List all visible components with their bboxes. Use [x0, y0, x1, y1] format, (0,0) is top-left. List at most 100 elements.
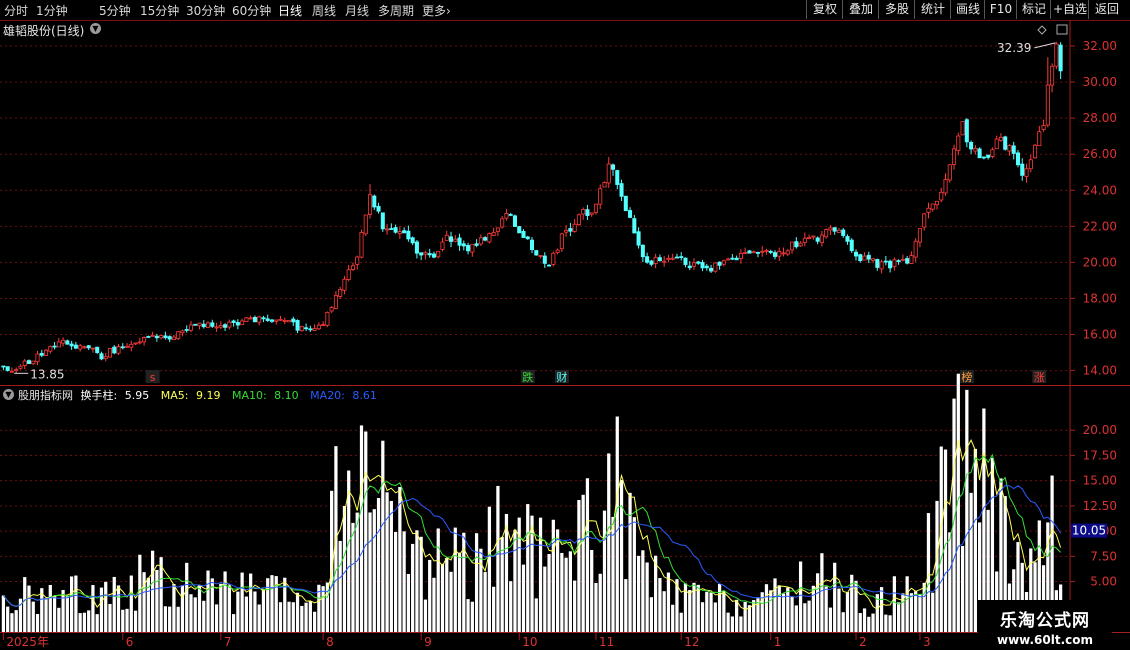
- turnover-bar: [300, 605, 304, 632]
- candle-body: [576, 214, 581, 226]
- candle-body: [218, 325, 223, 328]
- restore-rights-button[interactable]: 复权: [806, 0, 843, 19]
- turnover-bar: [773, 578, 777, 632]
- candle-body: [1058, 44, 1063, 72]
- candle-body: [397, 231, 402, 234]
- chevron-down-icon[interactable]: ▼: [90, 23, 101, 34]
- candle-body: [751, 251, 756, 254]
- candle-body: [717, 261, 722, 266]
- candle-body: [764, 249, 769, 252]
- candle-body: [9, 370, 14, 373]
- turnover-bar: [125, 608, 129, 632]
- candle-body: [44, 349, 49, 356]
- period-weekly[interactable]: 周线: [312, 2, 336, 19]
- turnover-bar: [654, 555, 658, 632]
- candle-body: [687, 265, 692, 269]
- turnover-bar: [168, 606, 172, 632]
- turnover-bar: [526, 504, 530, 632]
- candle-body: [120, 346, 125, 349]
- turnover-bar: [969, 492, 973, 632]
- date-tick-label: 1: [774, 635, 782, 649]
- f10-button[interactable]: F10: [984, 0, 1017, 19]
- candle-body: [640, 244, 645, 258]
- candle-body: [994, 138, 999, 150]
- candle-body: [214, 326, 219, 329]
- candle-body: [265, 318, 270, 321]
- max-arrow: [1034, 42, 1056, 49]
- price-tick-label: 28.00: [1083, 111, 1117, 125]
- candle-body: [517, 226, 522, 234]
- statistics-button[interactable]: 统计: [914, 0, 951, 19]
- turnover-bar: [926, 513, 931, 632]
- turnover-bar: [240, 572, 244, 632]
- candle-body: [615, 170, 620, 185]
- turnover-bar: [35, 614, 40, 632]
- candle-body: [760, 250, 765, 253]
- period-multi[interactable]: 多周期: [378, 2, 414, 19]
- turnover-bar: [202, 600, 206, 632]
- turnover-bar: [892, 576, 896, 632]
- period-15min[interactable]: 15分钟: [140, 2, 179, 19]
- turnover-bar: [688, 589, 692, 632]
- turnover-bar: [590, 549, 594, 632]
- overlay-button[interactable]: 叠加: [842, 0, 879, 19]
- candle-body: [52, 345, 57, 348]
- period-daily[interactable]: 日线: [278, 2, 302, 19]
- period-5min[interactable]: 5分钟: [99, 2, 131, 19]
- ma20-value: 8.61: [352, 389, 377, 402]
- turnover-bar: [176, 606, 180, 632]
- candle-body: [559, 233, 564, 250]
- turnover-bar: [1, 595, 6, 632]
- candle-body: [295, 320, 300, 331]
- turnover-bar: [739, 616, 743, 632]
- turnover-bar: [223, 571, 227, 632]
- diamond-icon: [1037, 25, 1047, 35]
- chevron-down-icon[interactable]: ▼: [3, 389, 14, 400]
- candle-body: [495, 227, 500, 232]
- turnover-bar: [355, 512, 359, 632]
- multi-stock-button[interactable]: 多股: [878, 0, 915, 19]
- period-monthly[interactable]: 月线: [345, 2, 369, 19]
- period-60min[interactable]: 60分钟: [232, 2, 271, 19]
- turnover-bar: [423, 599, 428, 632]
- back-button[interactable]: 返回: [1088, 0, 1125, 19]
- candle-body: [235, 322, 240, 326]
- ma5-legend: MA5: 9.19: [161, 389, 225, 402]
- turnover-bar: [116, 585, 121, 632]
- price-tick-label: 30.00: [1083, 75, 1117, 89]
- period-more[interactable]: 更多›: [422, 2, 451, 19]
- candle-body: [990, 149, 995, 157]
- turnover-bar: [918, 594, 922, 632]
- turnover-bar: [321, 586, 325, 632]
- candle-body: [363, 214, 368, 235]
- candle-body: [606, 163, 611, 184]
- period-30min[interactable]: 30分钟: [186, 2, 225, 19]
- candle-body: [103, 356, 108, 360]
- turnover-bar: [52, 596, 57, 632]
- candle-body: [670, 257, 675, 260]
- period-intraday[interactable]: 分时: [4, 2, 28, 19]
- site-watermark: 乐淘公式网 www.60lt.com: [978, 600, 1112, 650]
- turnover-bar: [214, 604, 219, 632]
- add-favorite-button[interactable]: +自选: [1050, 0, 1089, 19]
- draw-line-button[interactable]: 画线: [950, 0, 985, 19]
- mark-button[interactable]: 标记: [1016, 0, 1051, 19]
- candle-body: [879, 261, 884, 270]
- candle-body: [730, 257, 735, 260]
- turnover-bar: [415, 530, 419, 632]
- candle-body: [35, 353, 40, 363]
- turnover-bar: [372, 509, 376, 632]
- kline-chart[interactable]: 32.00 30.00 28.00 26.00 24.00 22.00 20.00 18.00…: [0, 20, 1130, 650]
- candle-body: [227, 321, 232, 328]
- turnover-bar: [858, 613, 862, 632]
- candle-body: [841, 229, 846, 236]
- candle-body: [274, 319, 279, 322]
- turnover-bar: [457, 552, 462, 632]
- period-1min[interactable]: 1分钟: [36, 2, 68, 19]
- candle-body: [107, 348, 113, 358]
- price-tick-label: 24.00: [1083, 183, 1117, 197]
- turnover-bar: [483, 572, 487, 632]
- candle-body: [900, 258, 905, 261]
- turnover-bar: [308, 601, 312, 632]
- candle-body: [419, 252, 424, 256]
